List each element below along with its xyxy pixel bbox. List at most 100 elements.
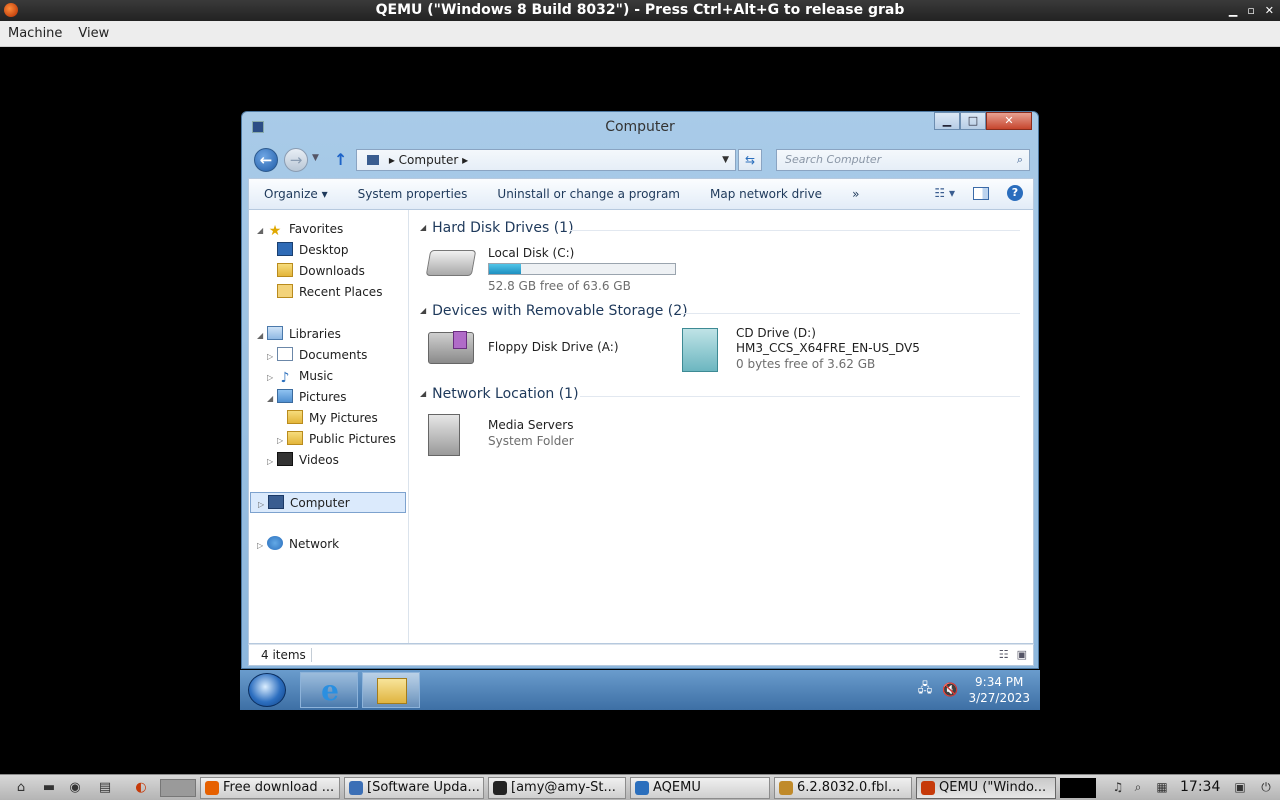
volume-muted-icon[interactable]: 🔇 <box>942 683 958 698</box>
collapse-group-icon[interactable]: ◢ <box>420 223 426 232</box>
status-bar: 4 items ☷ ▣ <box>248 644 1034 666</box>
host-panel: ⌂ ▬ ◉ ▤ ◐ Free download ... [Software Upd… <box>0 774 1280 800</box>
clipboard-icon[interactable]: ▦ <box>1154 779 1170 795</box>
nav-computer[interactable]: ▷ Computer <box>250 492 406 513</box>
large-icons-view-icon[interactable]: ▣ <box>1017 645 1027 665</box>
host-task-button[interactable]: [amy@amy-St... <box>488 777 626 799</box>
nav-libraries[interactable]: ◢ Libraries <box>257 324 341 345</box>
volume-icon[interactable]: ♫ <box>1110 779 1126 795</box>
host-task-label: [Software Upda... <box>367 780 480 795</box>
group-header-hard-disk-drives[interactable]: ◢ Hard Disk Drives (1) <box>420 220 574 240</box>
close-button[interactable]: ✕ <box>986 112 1032 130</box>
web-browser-launcher-icon[interactable]: ◉ <box>66 779 84 797</box>
up-button[interactable]: ↑ <box>334 150 347 169</box>
address-chevron-icon[interactable]: ▸ <box>389 153 399 167</box>
minimize-icon[interactable]: ▁ <box>1229 0 1237 21</box>
back-button[interactable]: ← <box>254 148 278 172</box>
nav-downloads[interactable]: Downloads <box>277 261 365 282</box>
address-chevron-icon[interactable]: ▸ <box>462 153 468 167</box>
close-icon[interactable]: ✕ <box>1265 0 1274 21</box>
folder-icon <box>287 410 303 424</box>
drive-cd-d[interactable]: CD Drive (D:) HM3_CCS_X64FRE_EN-US_DV5 0… <box>682 326 982 376</box>
network-status-icon[interactable]: 🖧 <box>918 679 933 701</box>
explorer-title-bar[interactable]: Computer ▁ □ ✕ <box>242 112 1038 142</box>
group-header-network-location[interactable]: ◢ Network Location (1) <box>420 386 579 406</box>
system-properties-button[interactable]: System properties <box>343 187 483 201</box>
qemu-icon <box>921 781 935 795</box>
search-input[interactable]: Search Computer ⌕ <box>776 149 1030 171</box>
host-task-button[interactable]: Free download ... <box>200 777 340 799</box>
address-dropdown-icon[interactable]: ▼ <box>722 150 729 170</box>
preview-pane-icon[interactable] <box>973 186 989 200</box>
computer-icon <box>367 155 379 165</box>
change-view-icon[interactable]: ☷ ▾ <box>934 186 955 200</box>
recent-locations-dropdown[interactable]: ▼ <box>312 153 319 163</box>
file-manager-launcher-icon[interactable]: ▤ <box>96 779 114 797</box>
taskbar-internet-explorer[interactable]: e <box>300 672 358 708</box>
search-icon[interactable]: ⌕ <box>1130 779 1146 795</box>
nav-my-pictures[interactable]: My Pictures <box>287 408 378 429</box>
refresh-button[interactable]: ⇆ <box>738 149 762 171</box>
nav-recent-places[interactable]: Recent Places <box>277 282 382 303</box>
nav-music[interactable]: ▷ ♪ Music <box>267 366 333 387</box>
host-clock[interactable]: 17:34 <box>1180 775 1220 800</box>
taskbar-file-explorer[interactable] <box>362 672 420 708</box>
expanded-arrow-icon[interactable]: ◢ <box>257 220 267 241</box>
organize-button[interactable]: Organize ▾ <box>249 187 343 201</box>
collapsed-arrow-icon[interactable]: ▷ <box>258 494 268 515</box>
nav-pictures[interactable]: ◢ Pictures <box>267 387 347 408</box>
address-breadcrumb[interactable]: Computer <box>399 153 459 167</box>
collapsed-arrow-icon[interactable]: ▷ <box>267 451 277 472</box>
explorer-client-area: ◢ ★ Favorites Desktop Downloads Recent Pla… <box>248 210 1034 644</box>
more-commands-button[interactable]: » <box>837 187 874 201</box>
nav-desktop[interactable]: Desktop <box>277 240 349 261</box>
file-explorer-icon <box>377 678 407 704</box>
collapse-group-icon[interactable]: ◢ <box>420 306 426 315</box>
expanded-arrow-icon[interactable]: ◢ <box>257 325 267 346</box>
menu-view[interactable]: View <box>70 26 117 41</box>
drive-floppy-a[interactable]: Floppy Disk Drive (A:) <box>428 326 658 372</box>
menu-machine[interactable]: Machine <box>0 26 70 41</box>
help-icon[interactable]: ? <box>1007 185 1023 201</box>
address-bar[interactable]: ▸ Computer ▸ ▼ <box>356 149 736 171</box>
lock-screen-icon[interactable]: ▣ <box>1232 779 1248 795</box>
computer-icon <box>252 121 264 133</box>
power-icon[interactable]: ⏻ <box>1258 779 1274 795</box>
host-task-label: 6.2.8032.0.fbl... <box>797 780 901 795</box>
host-task-button[interactable]: 6.2.8032.0.fbl... <box>774 777 912 799</box>
nav-public-pictures[interactable]: ▷ Public Pictures <box>277 429 396 450</box>
uninstall-program-button[interactable]: Uninstall or change a program <box>482 187 695 201</box>
details-view-icon[interactable]: ☷ <box>999 645 1009 665</box>
host-task-button[interactable]: AQEMU <box>630 777 770 799</box>
main-menu-icon[interactable]: ⌂ <box>12 779 30 797</box>
start-button[interactable] <box>248 673 286 707</box>
collapse-group-icon[interactable]: ◢ <box>420 389 426 398</box>
collapsed-arrow-icon[interactable]: ▷ <box>277 430 287 451</box>
nav-documents[interactable]: ▷ Documents <box>267 345 367 366</box>
host-task-button[interactable]: QEMU ("Windo... <box>916 777 1056 799</box>
nav-videos[interactable]: ▷ Videos <box>267 450 339 471</box>
collapsed-arrow-icon[interactable]: ▷ <box>257 535 267 556</box>
minimize-button[interactable]: ▁ <box>934 112 960 130</box>
navigation-bar: ← → ▼ ↑ ▸ Computer ▸ ▼ ⇆ Search Computer… <box>248 146 1034 174</box>
maximize-icon[interactable]: ▫ <box>1247 0 1254 21</box>
nav-network[interactable]: ▷ Network <box>257 534 339 555</box>
collapsed-arrow-icon[interactable]: ▷ <box>267 367 277 388</box>
recent-places-icon <box>277 284 293 298</box>
host-task-button[interactable]: [Software Upda... <box>344 777 484 799</box>
nav-favorites[interactable]: ◢ ★ Favorites <box>257 219 343 240</box>
media-servers-item[interactable]: Media Servers System Folder <box>428 410 628 458</box>
show-desktop-icon[interactable]: ▬ <box>40 779 58 797</box>
tray-clock[interactable]: 9:34 PM 3/27/2023 <box>968 674 1030 706</box>
expanded-arrow-icon[interactable]: ◢ <box>267 388 277 409</box>
maximize-button[interactable]: □ <box>960 112 986 130</box>
drive-local-disk-c[interactable]: Local Disk (C:) 52.8 GB free of 63.6 GB <box>425 242 688 293</box>
collapsed-arrow-icon[interactable]: ▷ <box>267 346 277 367</box>
map-network-drive-button[interactable]: Map network drive <box>695 187 837 201</box>
search-icon[interactable]: ⌕ <box>1017 150 1023 170</box>
forward-button[interactable]: → <box>284 148 308 172</box>
qemu-launcher-icon[interactable]: ◐ <box>132 779 150 797</box>
internet-explorer-icon: e <box>321 674 339 707</box>
group-header-removable-storage[interactable]: ◢ Devices with Removable Storage (2) <box>420 303 688 323</box>
workspace-switcher[interactable] <box>160 779 196 797</box>
